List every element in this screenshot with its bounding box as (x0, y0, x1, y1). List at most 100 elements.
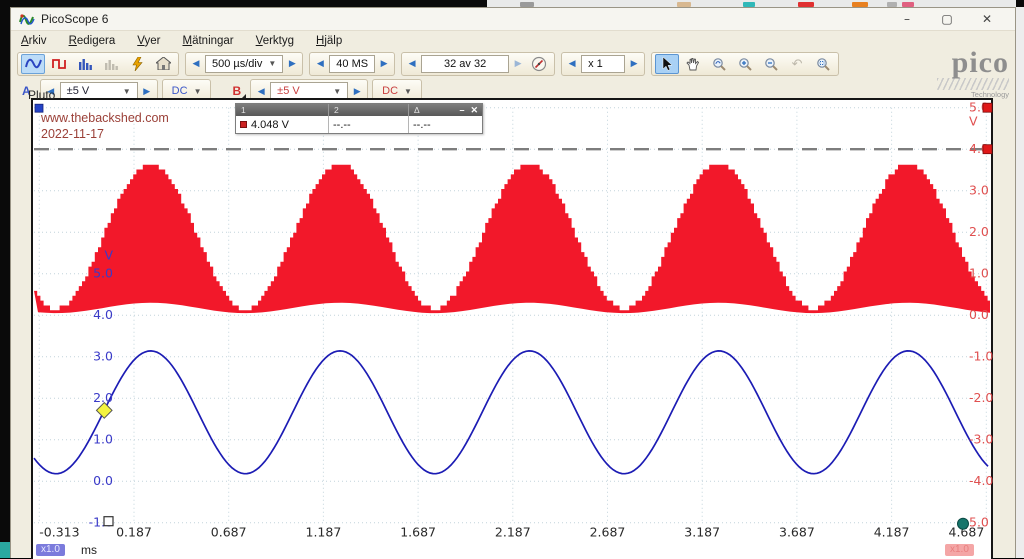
samples-select[interactable]: 40 MS (329, 55, 375, 73)
buffer-prev-arrow[interactable]: ◀ (405, 58, 419, 69)
svg-text:4.0: 4.0 (93, 307, 113, 322)
x-scale-badge-left[interactable]: x1.0 (36, 544, 65, 556)
timebase-select[interactable]: 500 µs/div ▼ (205, 55, 283, 73)
time-unit-label: ms (81, 543, 97, 557)
close-button[interactable]: ✕ (967, 9, 1007, 30)
minimize-button[interactable]: – (887, 9, 927, 30)
meas-value-2: --.-- (329, 116, 409, 133)
svg-text:0.187: 0.187 (116, 525, 152, 540)
zoom-factor-box[interactable]: x 1 (581, 55, 625, 73)
background-taskbar-fragment (0, 542, 10, 558)
chevron-down-icon: ▼ (268, 59, 276, 68)
lightning-icon (131, 57, 144, 71)
main-toolbar: ◀ 500 µs/div ▼ ▶ ◀ 40 MS ▶ ◀ 32 av 32 ▶ (11, 49, 1015, 78)
extra-mode-button-disabled (99, 54, 123, 74)
svg-text:0.0: 0.0 (969, 307, 989, 322)
samples-next-arrow[interactable]: ▶ (377, 58, 391, 69)
menu-matningar[interactable]: Mätningar (182, 35, 233, 47)
channel-a-color-swatch (240, 121, 247, 128)
marquee-zoom-button[interactable] (811, 54, 835, 74)
magnifier-plus-icon (738, 57, 752, 71)
waveforms (34, 165, 990, 474)
channel-a-range-next[interactable]: ▶ (140, 86, 154, 97)
zoom-out-button[interactable] (759, 54, 783, 74)
magnifier-minus-icon (764, 57, 778, 71)
svg-text:0.0: 0.0 (93, 473, 113, 488)
chevron-down-icon: ▼ (123, 87, 131, 96)
grid-lines (34, 108, 990, 523)
app-icon (19, 12, 35, 26)
svg-text:2.187: 2.187 (495, 525, 531, 540)
pan-tool-button[interactable] (681, 54, 705, 74)
channel-a-coupling-value: DC (172, 85, 188, 97)
svg-text:-3.0: -3.0 (969, 432, 993, 447)
buffer-position[interactable]: 32 av 32 (421, 55, 509, 73)
spectrum-mode-button[interactable] (73, 54, 97, 74)
svg-text:3.0: 3.0 (969, 183, 989, 198)
title-bar[interactable]: PicoScope 6 – ▢ ✕ (11, 8, 1015, 31)
picoscope-window: PicoScope 6 – ▢ ✕ Arkiv Redigera Vyer Mä… (10, 7, 1016, 558)
channel-b-range-prev[interactable]: ◀ (254, 86, 268, 97)
view-tab-pluto[interactable]: Pluto (28, 88, 55, 102)
svg-text:1.187: 1.187 (306, 525, 342, 540)
pointer-tools-group: ↶ (651, 52, 839, 76)
axis-handles-and-markers[interactable] (35, 103, 992, 529)
measurement-panel[interactable]: 1 2 Δ – ✕ 4.048 V --.-- --.-- (235, 103, 483, 134)
zoom-in-button[interactable] (733, 54, 757, 74)
scope-plot-area[interactable]: V5.04.03.02.01.00.0-1.0V5.04.03.02.01.00… (31, 98, 993, 559)
timebase-value: 500 µs/div (212, 58, 262, 70)
channel-b-range-next[interactable]: ▶ (350, 86, 364, 97)
meas-close-icon[interactable]: ✕ (470, 105, 478, 116)
channel-b-coupling-value: DC (382, 85, 398, 97)
magnifier-marquee-icon (816, 57, 830, 71)
zoom-tool-button[interactable] (707, 54, 731, 74)
timebase-next-arrow[interactable]: ▶ (285, 58, 299, 69)
menu-verktyg[interactable]: Verktyg (256, 35, 294, 47)
measurement-panel-values: 4.048 V --.-- --.-- (236, 116, 482, 133)
menu-redigera[interactable]: Redigera (69, 35, 116, 47)
svg-text:2.687: 2.687 (590, 525, 626, 540)
zoom-prev-arrow[interactable]: ◀ (565, 58, 579, 69)
meas-minimize-icon[interactable]: – (459, 105, 464, 115)
channel-a-axis-handle[interactable] (983, 103, 992, 112)
scope-mode-button[interactable] (21, 54, 45, 74)
mode-buttons-group (17, 52, 179, 76)
waveform-canvas: V5.04.03.02.01.00.0-1.0V5.04.03.02.01.00… (33, 100, 991, 559)
setup-wizard-button[interactable] (125, 54, 149, 74)
menu-vyer[interactable]: Vyer (137, 35, 160, 47)
teal-axis-marker[interactable] (958, 518, 969, 529)
x-scale-badge-right[interactable]: x1.0 (945, 544, 974, 556)
home-button[interactable] (151, 54, 175, 74)
chevron-down-icon: ▼ (404, 87, 412, 96)
meas-value-3: --.-- (409, 116, 482, 133)
select-tool-button[interactable] (655, 54, 679, 74)
meas-col2-header: 2 (329, 104, 409, 116)
timebase-prev-arrow[interactable]: ◀ (189, 58, 203, 69)
background-left-strip (0, 7, 10, 558)
svg-text:3.187: 3.187 (684, 525, 720, 540)
magnifier-wave-icon (712, 57, 726, 71)
svg-text:1.0: 1.0 (969, 266, 989, 281)
timebase-group: ◀ 500 µs/div ▼ ▶ (185, 52, 303, 76)
buffer-nav-group: ◀ 32 av 32 ▶ (401, 52, 555, 76)
zoom-factor-value: x 1 (588, 58, 603, 70)
buffer-next-arrow[interactable]: ▶ (511, 58, 525, 69)
logo-hatch-graphic (937, 78, 1009, 90)
channel-a-axis-handle[interactable] (983, 145, 992, 154)
measurement-panel-header[interactable]: 1 2 Δ – ✕ (236, 104, 482, 116)
annotation-text: www.thebackshed.com 2022-11-17 (41, 110, 169, 142)
svg-text:2.0: 2.0 (93, 390, 113, 405)
zoom-next-arrow[interactable]: ▶ (627, 58, 641, 69)
window-title: PicoScope 6 (41, 12, 108, 26)
chevron-down-icon: ▼ (333, 87, 341, 96)
menu-hjalp[interactable]: Hjälp (316, 35, 342, 47)
svg-text:0.687: 0.687 (211, 525, 247, 540)
left-axis-offset-handle[interactable] (104, 517, 113, 526)
buffer-overview-button[interactable] (527, 54, 551, 74)
maximize-button[interactable]: ▢ (927, 9, 967, 30)
samples-prev-arrow[interactable]: ◀ (313, 58, 327, 69)
menu-arkiv[interactable]: Arkiv (21, 35, 47, 47)
persistence-mode-button[interactable] (47, 54, 71, 74)
svg-text:5.0: 5.0 (93, 266, 113, 281)
spectrum-bars-icon (78, 58, 93, 70)
